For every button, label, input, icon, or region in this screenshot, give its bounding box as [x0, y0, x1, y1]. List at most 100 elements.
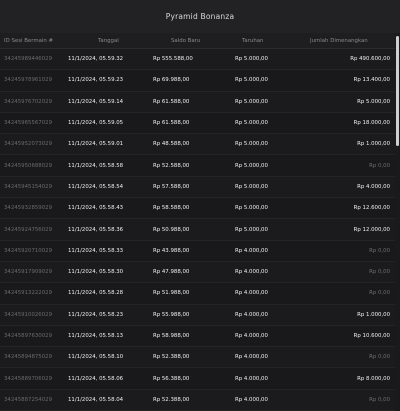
- session-id-cell[interactable]: 34245920710029: [0, 248, 68, 254]
- history-table: ID Sesi Bermain # Tanggal Saldo Baru Tar…: [0, 33, 395, 411]
- balance-cell: Rp 51.988,00: [153, 290, 190, 297]
- table-row[interactable]: 34245894875029 11/1/2024, 05.58.10 Rp 52.3…: [0, 347, 395, 369]
- column-header-date[interactable]: Tanggal: [68, 38, 153, 44]
- bet-cell: Rp 5.000,00: [235, 141, 268, 148]
- date-cell: 11/1/2024, 05.58.36: [68, 226, 124, 233]
- session-id-cell[interactable]: 34245897630029: [0, 333, 68, 339]
- column-header-balance[interactable]: Saldo Baru: [153, 38, 235, 44]
- table-row[interactable]: 34245924756029 11/1/2024, 05.58.36 Rp 50.9…: [0, 219, 395, 241]
- win-amount-cell: Rp 490.600,00: [350, 56, 390, 63]
- balance-cell: Rp 52.588,00: [153, 162, 190, 169]
- balance-cell: Rp 69.988,00: [153, 77, 190, 84]
- table-row[interactable]: 34245889706029 11/1/2024, 05.58.06 Rp 56.3…: [0, 368, 395, 390]
- date-cell: 11/1/2024, 05.58.33: [68, 247, 124, 254]
- bet-cell: Rp 4.000,00: [235, 354, 268, 361]
- date-cell: 11/1/2024, 05.58.06: [68, 375, 124, 382]
- win-amount-cell: Rp 5.000,00: [357, 98, 390, 105]
- table-row[interactable]: 34245887254029 11/1/2024, 05.58.04 Rp 52.3…: [0, 389, 395, 411]
- balance-cell: Rp 47.988,00: [153, 269, 190, 276]
- bet-cell: Rp 5.000,00: [235, 56, 268, 63]
- date-cell: 11/1/2024, 05.58.54: [68, 183, 124, 190]
- date-cell: 11/1/2024, 05.59.14: [68, 98, 124, 105]
- bet-cell: Rp 4.000,00: [235, 333, 268, 339]
- session-id-cell[interactable]: 34245924756029: [0, 227, 68, 233]
- bet-cell: Rp 5.000,00: [235, 120, 268, 127]
- bet-cell: Rp 4.000,00: [235, 375, 268, 382]
- date-cell: 11/1/2024, 05.58.43: [68, 205, 124, 212]
- win-amount-cell: Rp 12.000,00: [353, 226, 390, 233]
- win-amount-cell: Rp 0,00: [369, 290, 390, 297]
- table-row[interactable]: 34245932859029 11/1/2024, 05.58.43 Rp 58.5…: [0, 198, 395, 220]
- win-amount-cell: Rp 18.000,00: [353, 120, 390, 127]
- balance-cell: Rp 58.988,00: [153, 333, 190, 339]
- date-cell: 11/1/2024, 05.58.13: [68, 333, 124, 339]
- bet-cell: Rp 5.000,00: [235, 98, 268, 105]
- game-title: Pyramid Bonanza: [165, 12, 235, 21]
- win-amount-cell: Rp 13.400,00: [353, 77, 390, 84]
- win-amount-cell: Rp 12.600,00: [353, 205, 390, 212]
- table-row[interactable]: 34245917909029 11/1/2024, 05.58.30 Rp 47.9…: [0, 261, 395, 284]
- bet-cell: Rp 5.000,00: [235, 162, 268, 169]
- bet-cell: Rp 5.000,00: [235, 205, 268, 212]
- balance-cell: Rp 61.588,00: [153, 98, 190, 105]
- table-row[interactable]: 34245913222029 11/1/2024, 05.58.28 Rp 51.9…: [0, 283, 395, 305]
- table-header: ID Sesi Bermain # Tanggal Saldo Baru Tar…: [0, 33, 395, 49]
- session-id-cell[interactable]: 34245989446029: [0, 56, 68, 62]
- win-amount-cell: Rp 10.600,00: [353, 333, 390, 339]
- bet-cell: Rp 5.000,00: [235, 77, 268, 84]
- date-cell: 11/1/2024, 05.58.10: [68, 354, 124, 361]
- balance-cell: Rp 57.588,00: [153, 183, 190, 190]
- column-header-bet[interactable]: Taruhan: [235, 38, 310, 44]
- table-row[interactable]: 34245965567029 11/1/2024, 05.59.05 Rp 61.5…: [0, 112, 395, 135]
- balance-cell: Rp 58.588,00: [153, 205, 190, 212]
- column-header-id[interactable]: ID Sesi Bermain #: [0, 38, 68, 44]
- win-amount-cell: Rp 0,00: [369, 354, 390, 361]
- table-row[interactable]: 34245920710029 11/1/2024, 05.58.33 Rp 43.9…: [0, 240, 395, 262]
- balance-cell: Rp 61.588,00: [153, 120, 190, 127]
- table-row[interactable]: 34245978961029 11/1/2024, 05.59.23 Rp 69.9…: [0, 70, 395, 92]
- win-amount-cell: Rp 1.000,00: [357, 311, 390, 318]
- win-amount-cell: Rp 0,00: [369, 269, 390, 276]
- balance-cell: Rp 55.988,00: [153, 311, 190, 318]
- session-id-cell[interactable]: 34245917909029: [0, 269, 68, 275]
- session-id-cell[interactable]: 34245952073029: [0, 141, 68, 147]
- table-row[interactable]: 34245952073029 11/1/2024, 05.59.01 Rp 48.5…: [0, 134, 395, 156]
- session-id-cell[interactable]: 34245932859029: [0, 205, 68, 211]
- bet-cell: Rp 4.000,00: [235, 269, 268, 276]
- column-header-win[interactable]: Jumlah Dimenangkan: [310, 38, 395, 44]
- table-row[interactable]: 34245897630029 11/1/2024, 05.58.13 Rp 58.9…: [0, 325, 395, 348]
- bet-cell: Rp 4.000,00: [235, 290, 268, 297]
- bet-cell: Rp 4.000,00: [235, 311, 268, 318]
- balance-cell: Rp 56.388,00: [153, 375, 190, 382]
- date-cell: 11/1/2024, 05.59.01: [68, 141, 124, 148]
- win-amount-cell: Rp 8.000,00: [357, 375, 390, 382]
- date-cell: 11/1/2024, 05.58.23: [68, 311, 124, 318]
- balance-cell: Rp 555.588,00: [153, 56, 193, 63]
- table-row[interactable]: 34245910026029 11/1/2024, 05.58.23 Rp 55.9…: [0, 304, 395, 326]
- session-id-cell[interactable]: 34245978961029: [0, 77, 68, 83]
- table-row[interactable]: 34245976702029 11/1/2024, 05.59.14 Rp 61.5…: [0, 91, 395, 113]
- table-row[interactable]: 34245950688029 11/1/2024, 05.58.58 Rp 52.5…: [0, 155, 395, 177]
- table-row[interactable]: 34245945154029 11/1/2024, 05.58.54 Rp 57.5…: [0, 176, 395, 199]
- table-row[interactable]: 34245989446029 11/1/2024, 05.59.32 Rp 555.…: [0, 49, 395, 71]
- date-cell: 11/1/2024, 05.58.28: [68, 290, 124, 297]
- scrollbar-thumb[interactable]: [396, 36, 399, 146]
- session-id-cell[interactable]: 34245889706029: [0, 376, 68, 382]
- date-cell: 11/1/2024, 05.58.58: [68, 162, 124, 169]
- session-id-cell[interactable]: 34245976702029: [0, 99, 68, 105]
- win-amount-cell: Rp 4.000,00: [357, 183, 390, 190]
- session-id-cell[interactable]: 34245950688029: [0, 163, 68, 169]
- session-id-cell[interactable]: 34245945154029: [0, 184, 68, 190]
- bet-cell: Rp 5.000,00: [235, 183, 268, 190]
- session-id-cell[interactable]: 34245910026029: [0, 312, 68, 318]
- session-id-cell[interactable]: 34245913222029: [0, 290, 68, 296]
- balance-cell: Rp 52.388,00: [153, 354, 190, 361]
- date-cell: 11/1/2024, 05.59.23: [68, 77, 124, 84]
- session-id-cell[interactable]: 34245894875029: [0, 354, 68, 360]
- session-id-cell[interactable]: 34245965567029: [0, 120, 68, 126]
- balance-cell: Rp 48.588,00: [153, 141, 190, 148]
- date-cell: 11/1/2024, 05.59.32: [68, 56, 124, 63]
- date-cell: 11/1/2024, 05.58.30: [68, 269, 124, 276]
- win-amount-cell: Rp 0,00: [369, 247, 390, 254]
- bet-cell: Rp 4.000,00: [235, 247, 268, 254]
